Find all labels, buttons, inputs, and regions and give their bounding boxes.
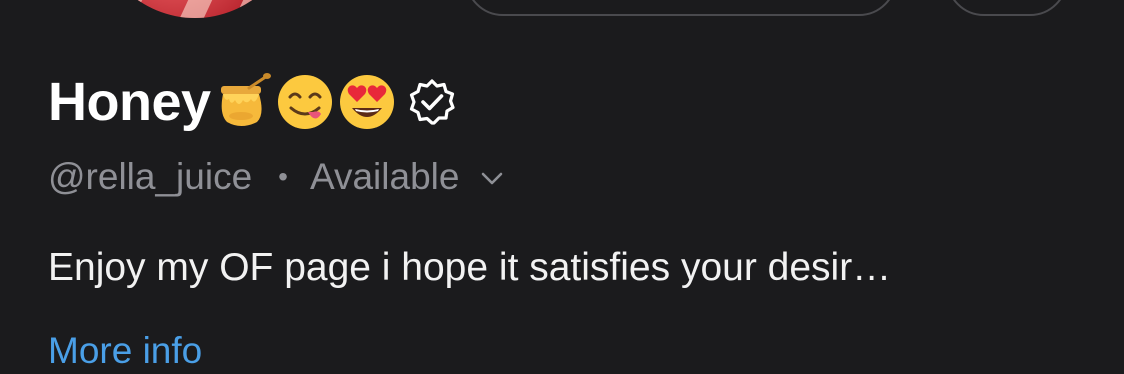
separator-dot: • <box>278 161 288 192</box>
profile-bio: Enjoy my OF page i hope it satisfies you… <box>48 246 892 289</box>
profile-header: Honey @rella_juice • Available Enjoy my … <box>0 0 1124 374</box>
profile-more-button[interactable] <box>946 0 1068 16</box>
handle-row: @rella_juice • Available <box>48 152 505 202</box>
verified-badge-icon[interactable] <box>407 77 457 127</box>
honey-pot-emoji <box>213 72 273 132</box>
availability-status-label: Available <box>309 156 460 197</box>
chevron-down-icon <box>479 166 505 192</box>
availability-status-dropdown[interactable]: Available <box>310 156 505 198</box>
display-name: Honey <box>48 72 211 132</box>
username-handle: @rella_juice <box>48 156 253 197</box>
heart-eyes-emoji <box>337 72 397 132</box>
face-savoring-food-emoji <box>275 72 335 132</box>
profile-action-button[interactable] <box>465 0 897 16</box>
display-name-row: Honey <box>48 64 457 140</box>
more-info-link[interactable]: More info <box>48 330 202 372</box>
profile-avatar[interactable] <box>95 0 295 18</box>
